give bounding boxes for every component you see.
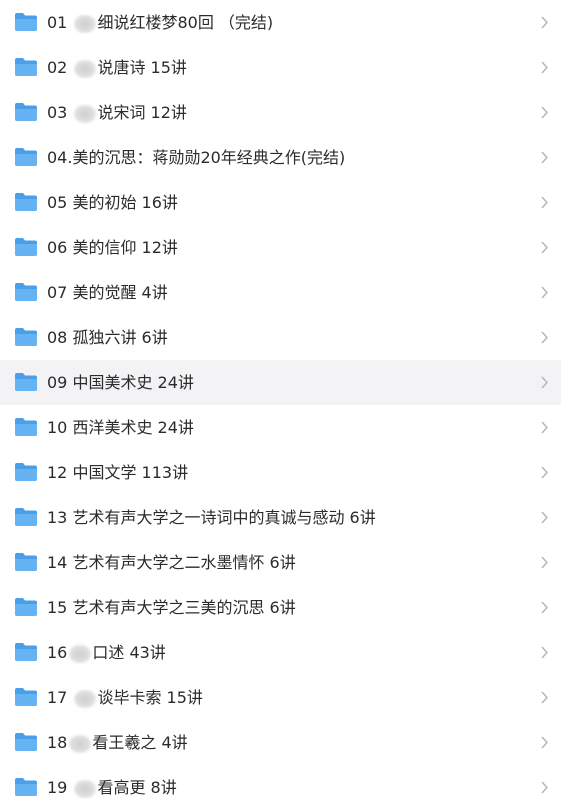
chevron-right-icon bbox=[541, 376, 548, 389]
chevron-right-icon bbox=[541, 241, 548, 254]
label-prefix: 19 bbox=[47, 778, 73, 797]
folder-icon bbox=[15, 508, 37, 526]
item-label: 03 说宋词 12讲 bbox=[47, 90, 187, 135]
list-item[interactable]: 14 艺术有声大学之二水墨情怀 6讲 bbox=[0, 540, 561, 585]
blurred-name bbox=[74, 104, 97, 123]
folder-icon bbox=[15, 238, 37, 256]
item-label: 06 美的信仰 12讲 bbox=[47, 238, 178, 257]
chevron-right-icon bbox=[541, 556, 548, 569]
chevron-right-icon bbox=[541, 691, 548, 704]
folder-icon bbox=[15, 373, 37, 391]
folder-icon bbox=[15, 688, 37, 706]
item-label: 08 孤独六讲 6讲 bbox=[47, 328, 168, 347]
item-label: 16 口述 43讲 bbox=[47, 630, 166, 675]
chevron-right-icon bbox=[541, 106, 548, 119]
folder-icon bbox=[15, 103, 37, 121]
label-suffix: 口述 43讲 bbox=[92, 643, 166, 662]
item-label: 10 西洋美术史 24讲 bbox=[47, 418, 194, 437]
item-label: 13 艺术有声大学之一诗词中的真诚与感动 6讲 bbox=[47, 508, 376, 527]
folder-icon bbox=[15, 778, 37, 796]
folder-icon bbox=[15, 733, 37, 751]
chevron-right-icon bbox=[541, 466, 548, 479]
item-label: 04.美的沉思：蒋勋勋20年经典之作(完结) bbox=[47, 148, 346, 167]
chevron-right-icon bbox=[541, 511, 548, 524]
chevron-right-icon bbox=[541, 151, 548, 164]
label-prefix: 02 bbox=[47, 58, 73, 77]
item-label: 17 谈毕卡索 15讲 bbox=[47, 675, 203, 720]
item-label: 12 中国文学 113讲 bbox=[47, 463, 189, 482]
list-item[interactable]: 19 看高更 8讲 bbox=[0, 765, 561, 810]
list-item[interactable]: 13 艺术有声大学之一诗词中的真诚与感动 6讲 bbox=[0, 495, 561, 540]
list-item[interactable]: 12 中国文学 113讲 bbox=[0, 450, 561, 495]
item-label: 01 细说红楼梦80回 （完结) bbox=[47, 0, 273, 45]
list-item[interactable]: 17 谈毕卡索 15讲 bbox=[0, 675, 561, 720]
label-prefix: 03 bbox=[47, 103, 73, 122]
folder-icon bbox=[15, 463, 37, 481]
list-item[interactable]: 06 美的信仰 12讲 bbox=[0, 225, 561, 270]
chevron-right-icon bbox=[541, 736, 548, 749]
list-item[interactable]: 08 孤独六讲 6讲 bbox=[0, 315, 561, 360]
blurred-name bbox=[69, 734, 92, 753]
list-item[interactable]: 05 美的初始 16讲 bbox=[0, 180, 561, 225]
folder-icon bbox=[15, 148, 37, 166]
label-prefix: 18 bbox=[47, 733, 68, 752]
folder-icon bbox=[15, 553, 37, 571]
chevron-right-icon bbox=[541, 421, 548, 434]
chevron-right-icon bbox=[541, 16, 548, 29]
label-suffix: 看高更 8讲 bbox=[97, 778, 177, 797]
item-label: 15 艺术有声大学之三美的沉思 6讲 bbox=[47, 598, 296, 617]
folder-icon bbox=[15, 58, 37, 76]
folder-icon bbox=[15, 328, 37, 346]
folder-icon bbox=[15, 418, 37, 436]
folder-icon bbox=[15, 193, 37, 211]
item-label: 02 说唐诗 15讲 bbox=[47, 45, 187, 90]
chevron-right-icon bbox=[541, 331, 548, 344]
blurred-name bbox=[74, 59, 97, 78]
list-item[interactable]: 03 说宋词 12讲 bbox=[0, 90, 561, 135]
list-item[interactable]: 16 口述 43讲 bbox=[0, 630, 561, 675]
list-item[interactable]: 02 说唐诗 15讲 bbox=[0, 45, 561, 90]
chevron-right-icon bbox=[541, 196, 548, 209]
list-item[interactable]: 04.美的沉思：蒋勋勋20年经典之作(完结) bbox=[0, 135, 561, 180]
item-label: 07 美的觉醒 4讲 bbox=[47, 283, 168, 302]
blurred-name bbox=[74, 689, 97, 708]
item-label: 09 中国美术史 24讲 bbox=[47, 373, 194, 392]
list-item[interactable]: 10 西洋美术史 24讲 bbox=[0, 405, 561, 450]
chevron-right-icon bbox=[541, 61, 548, 74]
chevron-right-icon bbox=[541, 781, 548, 794]
folder-icon bbox=[15, 13, 37, 31]
label-suffix: 看王羲之 4讲 bbox=[92, 733, 188, 752]
blurred-name bbox=[74, 779, 97, 798]
chevron-right-icon bbox=[541, 646, 548, 659]
label-suffix: 细说红楼梦80回 （完结) bbox=[97, 13, 274, 32]
item-label: 18 看王羲之 4讲 bbox=[47, 720, 188, 765]
label-suffix: 谈毕卡索 15讲 bbox=[97, 688, 203, 707]
folder-icon bbox=[15, 283, 37, 301]
item-label: 19 看高更 8讲 bbox=[47, 765, 177, 810]
list-item-selected[interactable]: 09 中国美术史 24讲 bbox=[0, 360, 561, 405]
label-prefix: 17 bbox=[47, 688, 73, 707]
label-prefix: 01 bbox=[47, 13, 73, 32]
label-suffix: 说唐诗 15讲 bbox=[97, 58, 187, 77]
list-item[interactable]: 01 细说红楼梦80回 （完结) bbox=[0, 0, 561, 45]
folder-list: 01 细说红楼梦80回 （完结) 02 说唐诗 15讲 03 说宋词 12讲 0… bbox=[0, 0, 561, 800]
blurred-name bbox=[69, 644, 92, 663]
chevron-right-icon bbox=[541, 286, 548, 299]
list-item[interactable]: 15 艺术有声大学之三美的沉思 6讲 bbox=[0, 585, 561, 630]
chevron-right-icon bbox=[541, 601, 548, 614]
blurred-name bbox=[74, 14, 97, 33]
folder-icon bbox=[15, 598, 37, 616]
list-item[interactable]: 18 看王羲之 4讲 bbox=[0, 720, 561, 765]
item-label: 05 美的初始 16讲 bbox=[47, 193, 178, 212]
folder-icon bbox=[15, 643, 37, 661]
item-label: 14 艺术有声大学之二水墨情怀 6讲 bbox=[47, 553, 296, 572]
list-item[interactable]: 07 美的觉醒 4讲 bbox=[0, 270, 561, 315]
label-suffix: 说宋词 12讲 bbox=[97, 103, 187, 122]
label-prefix: 16 bbox=[47, 643, 68, 662]
